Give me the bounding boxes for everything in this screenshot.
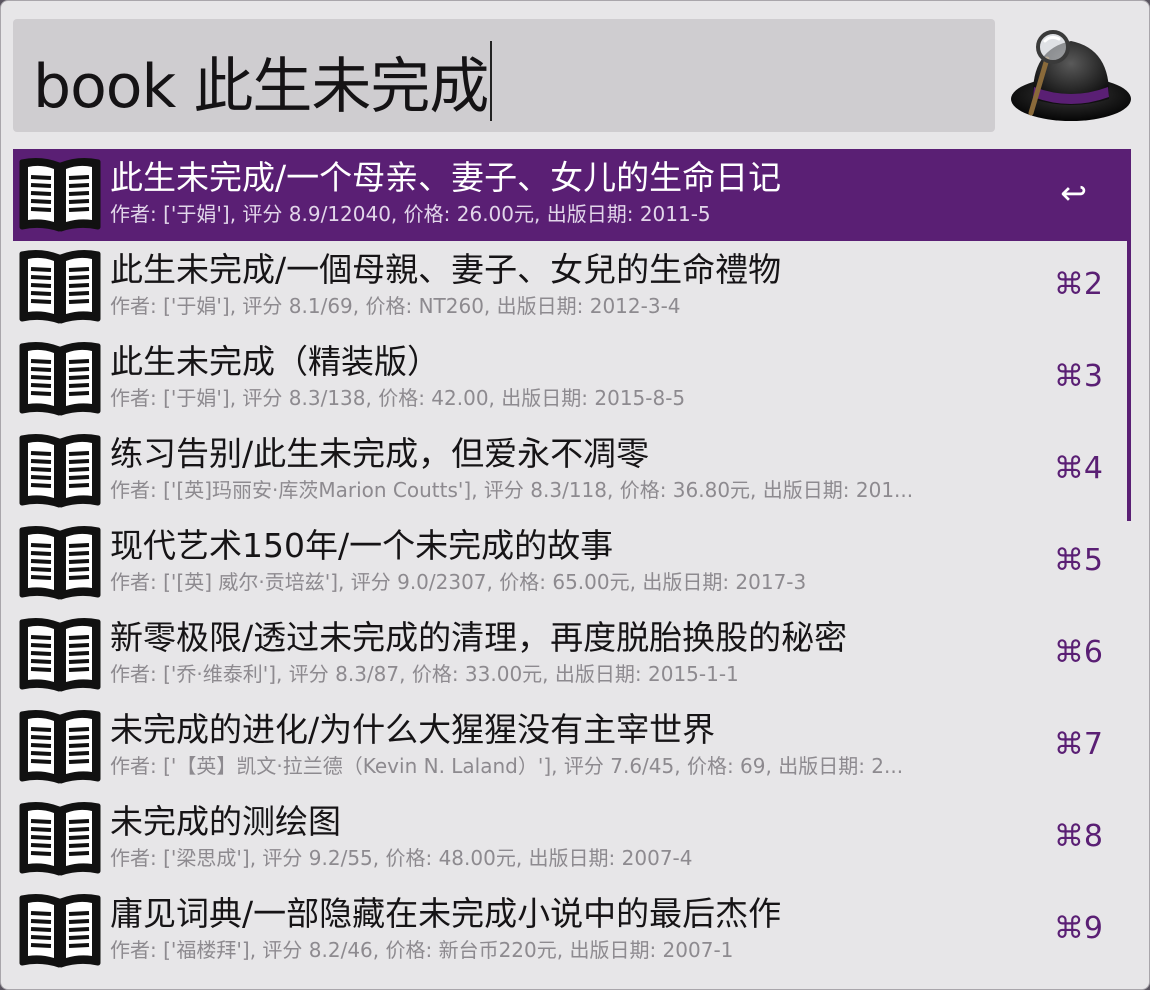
book-icon — [19, 157, 101, 233]
result-shortcut: ⌘6 — [1053, 635, 1103, 670]
result-shortcut: ⌘9 — [1053, 911, 1103, 946]
result-title: 此生未完成（精装版） — [110, 342, 440, 381]
book-icon — [19, 341, 101, 417]
result-subtitle: 作者: ['于娟'], 评分 8.3/138, 价格: 42.00, 出版日期:… — [110, 386, 686, 410]
result-title: 此生未完成/一个母亲、妻子、女儿的生命日记 — [110, 158, 782, 197]
results-list: 此生未完成/一个母亲、妻子、女儿的生命日记 作者: ['于娟'], 评分 8.9… — [13, 149, 1131, 977]
alfred-hat-icon[interactable] — [1009, 29, 1134, 129]
book-icon — [19, 249, 101, 325]
result-title: 庸见词典/一部隐藏在未完成小说中的最后杰作 — [110, 894, 782, 933]
result-title: 练习告别/此生未完成，但爱永不凋零 — [110, 434, 650, 473]
result-shortcut: ⌘7 — [1053, 727, 1103, 762]
result-shortcut: ⌘3 — [1053, 359, 1103, 394]
result-subtitle: 作者: ['[英] 威尔·贡培兹'], 评分 9.0/2307, 价格: 65.… — [110, 570, 807, 594]
result-title: 现代艺术150年/一个未完成的故事 — [110, 526, 614, 565]
result-subtitle: 作者: ['于娟'], 评分 8.1/69, 价格: NT260, 出版日期: … — [110, 294, 681, 318]
result-shortcut: ⌘2 — [1053, 267, 1103, 302]
result-shortcut: ⌘8 — [1053, 819, 1103, 854]
book-icon — [19, 893, 101, 969]
result-item[interactable]: 新零极限/透过未完成的清理，再度脱胎换股的秘密 作者: ['乔·维泰利'], 评… — [13, 609, 1131, 701]
result-subtitle: 作者: ['乔·维泰利'], 评分 8.3/87, 价格: 33.00元, 出版… — [110, 662, 739, 686]
result-item[interactable]: 此生未完成/一個母親、妻子、女兒的生命禮物 作者: ['于娟'], 评分 8.1… — [13, 241, 1131, 333]
result-item[interactable]: 现代艺术150年/一个未完成的故事 作者: ['[英] 威尔·贡培兹'], 评分… — [13, 517, 1131, 609]
book-icon — [19, 433, 101, 509]
search-input[interactable]: book 此生未完成 — [33, 52, 489, 122]
launcher-window: book 此生未完成 此生未完成/一个母亲、妻子、女儿的生命日记 作者: ['于… — [0, 0, 1150, 990]
result-item[interactable]: 未完成的进化/为什么大猩猩没有主宰世界 作者: ['【英】凯文·拉兰德（Kevi… — [13, 701, 1131, 793]
result-shortcut: ⌘4 — [1053, 451, 1103, 486]
result-item[interactable]: 庸见词典/一部隐藏在未完成小说中的最后杰作 作者: ['福楼拜'], 评分 8.… — [13, 885, 1131, 977]
result-title: 此生未完成/一個母親、妻子、女兒的生命禮物 — [110, 250, 782, 289]
return-key-icon: ↩ — [1060, 174, 1087, 212]
result-item[interactable]: 此生未完成（精装版） 作者: ['于娟'], 评分 8.3/138, 价格: 4… — [13, 333, 1131, 425]
result-shortcut: ⌘5 — [1053, 543, 1103, 578]
result-item[interactable]: 练习告别/此生未完成，但爱永不凋零 作者: ['[英]玛丽安·库茨Marion … — [13, 425, 1131, 517]
result-subtitle: 作者: ['梁思成'], 评分 9.2/55, 价格: 48.00元, 出版日期… — [110, 846, 693, 870]
result-item[interactable]: 此生未完成/一个母亲、妻子、女儿的生命日记 作者: ['于娟'], 评分 8.9… — [13, 149, 1131, 241]
result-title: 未完成的测绘图 — [110, 802, 341, 841]
result-subtitle: 作者: ['【英】凯文·拉兰德（Kevin N. Laland）'], 评分 7… — [110, 754, 904, 778]
result-subtitle: 作者: ['福楼拜'], 评分 8.2/46, 价格: 新台币220元, 出版日… — [110, 938, 734, 962]
result-subtitle: 作者: ['于娟'], 评分 8.9/12040, 价格: 26.00元, 出版… — [110, 202, 711, 226]
search-query-container[interactable]: book 此生未完成 — [33, 41, 493, 123]
result-title: 未完成的进化/为什么大猩猩没有主宰世界 — [110, 710, 716, 749]
book-icon — [19, 709, 101, 785]
book-icon — [19, 525, 101, 601]
search-field[interactable]: book 此生未完成 — [13, 19, 995, 132]
text-caret — [490, 41, 493, 121]
result-subtitle: 作者: ['[英]玛丽安·库茨Marion Coutts'], 评分 8.3/1… — [110, 478, 914, 502]
result-item[interactable]: 未完成的测绘图 作者: ['梁思成'], 评分 9.2/55, 价格: 48.0… — [13, 793, 1131, 885]
book-icon — [19, 617, 101, 693]
result-title: 新零极限/透过未完成的清理，再度脱胎换股的秘密 — [110, 618, 848, 657]
book-icon — [19, 801, 101, 877]
